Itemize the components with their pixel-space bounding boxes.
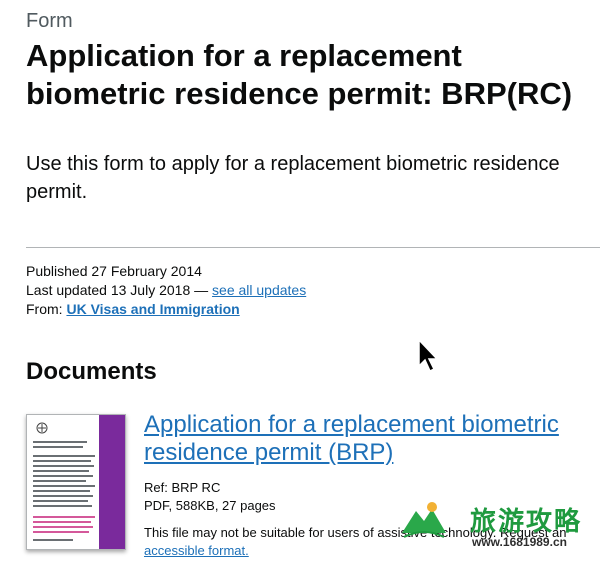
- page-caption: Form: [26, 10, 73, 32]
- published-date: Published 27 February 2014: [26, 263, 202, 279]
- mountain-logo-icon: [402, 502, 446, 538]
- crest-icon: [36, 422, 48, 434]
- page-lede: Use this form to apply for a replacement…: [26, 153, 560, 203]
- see-all-updates-link[interactable]: see all updates: [212, 282, 306, 298]
- page-title: Application for a replacement biometric …: [26, 38, 573, 111]
- from-row: From: UK Visas and Immigration: [26, 300, 240, 319]
- watermark-url: www.1681989.cn: [472, 535, 567, 549]
- section-divider: [26, 247, 600, 248]
- document-file-info: PDF, 588KB, 27 pages: [144, 498, 276, 513]
- document-title-link[interactable]: Application for a replacement biometric …: [144, 411, 584, 467]
- last-updated-date: Last updated 13 July 2018 —: [26, 282, 213, 298]
- watermark-text: 旅游攻略: [470, 506, 583, 536]
- organisation-link[interactable]: UK Visas and Immigration: [66, 301, 239, 317]
- mouse-pointer-icon: [418, 339, 439, 373]
- accessible-format-link[interactable]: accessible format.: [144, 543, 249, 558]
- thumbnail-purple-band: [99, 415, 125, 549]
- documents-heading: Documents: [26, 358, 157, 385]
- document-thumbnail[interactable]: [26, 414, 126, 550]
- document-reference: Ref: BRP RC: [144, 480, 221, 495]
- watermark: 旅游攻略 www.1681989.cn: [400, 497, 600, 562]
- last-updated-row: Last updated 13 July 2018 — see all upda…: [26, 281, 306, 300]
- from-label: From:: [26, 301, 67, 317]
